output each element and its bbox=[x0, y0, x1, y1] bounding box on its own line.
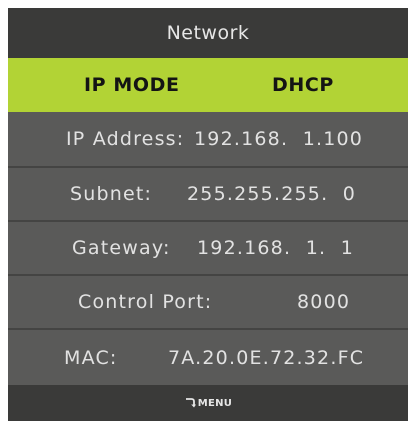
page-title: Network bbox=[166, 22, 250, 44]
subnet-value[interactable]: 255.255.255. 0 bbox=[187, 183, 356, 205]
control-port-label: Control Port: bbox=[78, 291, 213, 313]
ip-address-row[interactable]: IP Address: 192.168. 1.100 bbox=[8, 112, 408, 166]
mac-row: MAC: 7A.20.0E.72.32.FC bbox=[8, 328, 408, 385]
gateway-label: Gateway: bbox=[72, 237, 171, 259]
control-port-row[interactable]: Control Port: 8000 bbox=[8, 274, 408, 328]
gateway-value[interactable]: 192.168. 1. 1 bbox=[197, 237, 354, 259]
subnet-label: Subnet: bbox=[70, 183, 153, 205]
footer-bar: MENU bbox=[8, 385, 408, 421]
network-settings-screen: Network IP MODE DHCP IP Address: 192.168… bbox=[8, 8, 408, 421]
ip-mode-value[interactable]: DHCP bbox=[272, 74, 334, 96]
menu-button-label[interactable]: MENU bbox=[198, 398, 232, 409]
subnet-row[interactable]: Subnet: 255.255.255. 0 bbox=[8, 166, 408, 220]
ip-address-label: IP Address: bbox=[66, 128, 185, 150]
mac-value: 7A.20.0E.72.32.FC bbox=[168, 346, 365, 369]
ip-mode-label: IP MODE bbox=[84, 74, 180, 96]
gateway-row[interactable]: Gateway: 192.168. 1. 1 bbox=[8, 220, 408, 274]
ip-mode-row[interactable]: IP MODE DHCP bbox=[8, 58, 408, 112]
title-bar: Network bbox=[8, 8, 408, 58]
control-port-value[interactable]: 8000 bbox=[297, 291, 350, 313]
mac-label: MAC: bbox=[64, 346, 118, 369]
return-arrow-icon bbox=[184, 397, 196, 409]
ip-address-value[interactable]: 192.168. 1.100 bbox=[194, 128, 363, 150]
